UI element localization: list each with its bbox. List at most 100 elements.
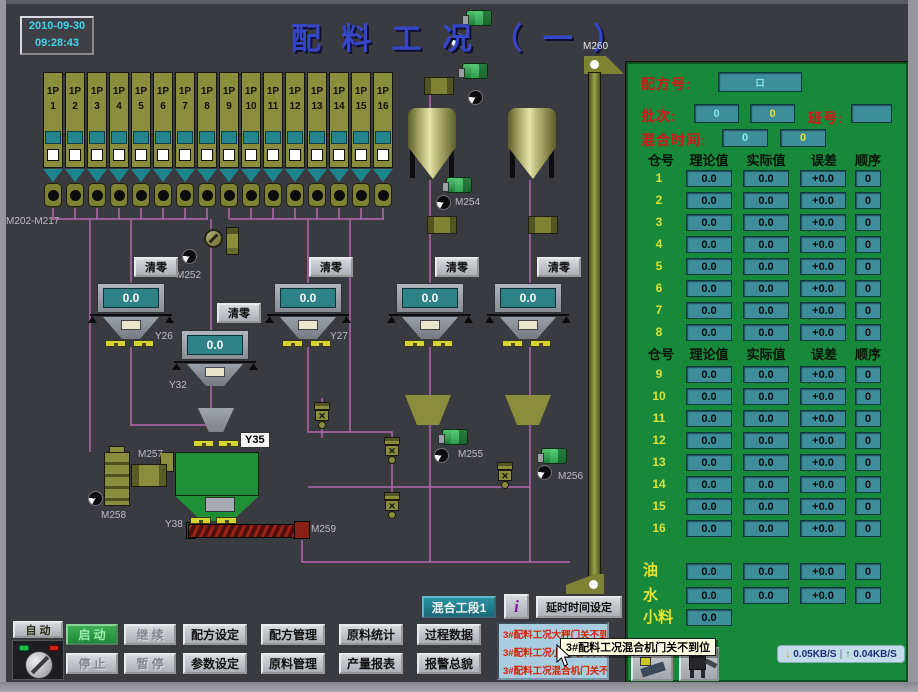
scale-gate	[298, 320, 318, 330]
bin-15-actual: 0.0	[743, 498, 789, 515]
rotary-valve-icon: ✕	[384, 492, 400, 519]
mix-time-label: 混合时间:	[641, 130, 707, 150]
scale-housing: 0.0	[181, 330, 249, 360]
hopper-1p4: 1P4	[109, 72, 129, 168]
bin-15-order: 0	[855, 498, 881, 515]
pause-button[interactable]: 暂 停	[124, 653, 176, 674]
parameter-setting-button[interactable]: 参数设定	[183, 653, 247, 674]
bin-2-number: 2	[642, 193, 676, 207]
bin-7-actual: 0.0	[743, 302, 789, 319]
bin-5-number: 5	[642, 259, 676, 273]
batch-total-field[interactable]: 0	[750, 104, 795, 123]
clear-zero-button-scale4[interactable]: 清零	[435, 257, 479, 277]
datetime-display: 2010-09-30 09:28:43	[20, 16, 94, 55]
elevator-head-pulley	[590, 60, 599, 69]
clear-zero-button-y27[interactable]: 清零	[309, 257, 353, 277]
resume-button[interactable]: 继 续	[124, 624, 176, 645]
extra-row-name-1: 水	[643, 584, 658, 605]
rotation-indicator-icon	[434, 448, 449, 463]
clear-zero-button-y32[interactable]: 清零	[217, 303, 261, 323]
bin-2-order: 0	[855, 192, 881, 209]
scale-housing: 0.0	[274, 283, 342, 313]
hopper-prefix: 1P	[330, 86, 348, 97]
process-data-button[interactable]: 过程数据	[417, 624, 481, 645]
hopper-prefix: 1P	[66, 86, 84, 97]
rotation-indicator-icon	[436, 195, 451, 210]
hopper-prefix: 1P	[286, 86, 304, 97]
hopper-number: 9	[220, 101, 238, 112]
bin-13-error: +0.0	[800, 454, 846, 471]
weigh-scale-y26: 0.0Y26	[97, 283, 165, 349]
feeder-motor-216	[352, 183, 370, 207]
hopper-level-band	[89, 131, 105, 144]
clear-zero-button-y26[interactable]: 清零	[134, 257, 178, 277]
bin-16-order: 0	[855, 520, 881, 537]
hopper-level-band	[309, 131, 325, 144]
motor-icon	[462, 63, 488, 79]
bin-13-theory: 0.0	[686, 454, 732, 471]
start-button[interactable]: 启 动	[66, 624, 118, 645]
bin-10-number: 10	[642, 389, 676, 403]
slide-gate	[530, 340, 551, 347]
slide-gate	[193, 440, 214, 447]
divider: |	[840, 649, 843, 660]
motor-indicator	[334, 190, 345, 201]
bin-2-theory: 0.0	[686, 192, 732, 209]
extra-2-theory: 0.0	[686, 609, 732, 626]
hopper-outlet	[333, 149, 345, 161]
hopper-level-band	[375, 131, 391, 144]
motor-indicator	[70, 190, 81, 201]
material-management-button[interactable]: 原料管理	[261, 653, 325, 674]
bin-10-error: +0.0	[800, 388, 846, 405]
motor-indicator	[114, 190, 125, 201]
hopper-1p12: 1P12	[285, 72, 305, 168]
hopper-number: 1	[44, 101, 62, 112]
bin-11-error: +0.0	[800, 410, 846, 427]
hopper-level-band	[177, 131, 193, 144]
recipe-setting-button[interactable]: 配方设定	[183, 624, 247, 645]
alarm-overview-button[interactable]: 报警总貌	[417, 653, 481, 674]
slide-gate	[502, 340, 523, 347]
mixing-section-button[interactable]: 混合工段1	[422, 596, 496, 618]
stop-button[interactable]: 停 止	[66, 653, 118, 674]
rotary-knob[interactable]	[25, 651, 53, 679]
hopper-prefix: 1P	[308, 86, 326, 97]
hopper-outlet	[289, 149, 301, 161]
slide-gate	[133, 340, 154, 347]
hmi-screen: 2010-09-30 09:28:43 配 料 工 况 （ 一 ） 1P11P2…	[0, 0, 918, 692]
recipe-number-field[interactable]: 口	[718, 72, 802, 92]
recipe-management-button[interactable]: 配方管理	[261, 624, 325, 645]
motor-indicator	[48, 190, 59, 201]
feeder-motor-208	[176, 183, 194, 207]
hopper-level-band	[111, 131, 127, 144]
label-m255: M255	[458, 449, 483, 460]
batch-count-field[interactable]: 0	[694, 104, 739, 123]
motor-indicator	[246, 190, 257, 201]
delay-time-setting-button[interactable]: 延时时间设定	[536, 596, 622, 618]
hopper-prefix: 1P	[132, 86, 150, 97]
bin-12-number: 12	[642, 433, 676, 447]
hopper-number: 3	[88, 101, 106, 112]
hopper-number: 10	[242, 101, 260, 112]
hopper-outlet	[377, 149, 389, 161]
mix-time-field-2[interactable]: 0	[780, 129, 826, 147]
mix-time-field-1[interactable]: 0	[722, 129, 768, 147]
bin-9-number: 9	[642, 367, 676, 381]
mode-selector-switch[interactable]	[12, 640, 64, 680]
info-button[interactable]: i	[504, 594, 529, 619]
shift-number-field[interactable]	[851, 104, 892, 123]
bin-14-number: 14	[642, 477, 676, 491]
yield-report-button[interactable]: 产量报表	[339, 653, 403, 674]
hopper-1p9: 1P9	[219, 72, 239, 168]
hopper-1p15: 1P15	[351, 72, 371, 168]
hopper-number: 6	[154, 101, 172, 112]
material-statistics-button[interactable]: 原料统计	[339, 624, 403, 645]
bin-10-order: 0	[855, 388, 881, 405]
clear-zero-button-scale5[interactable]: 清零	[537, 257, 581, 277]
scale-display-y27: 0.0	[280, 288, 336, 308]
fan-icon	[204, 229, 223, 248]
bin-8-order: 0	[855, 324, 881, 341]
motor-icon	[541, 448, 567, 464]
bin-16-actual: 0.0	[743, 520, 789, 537]
bin-1-actual: 0.0	[743, 170, 789, 187]
